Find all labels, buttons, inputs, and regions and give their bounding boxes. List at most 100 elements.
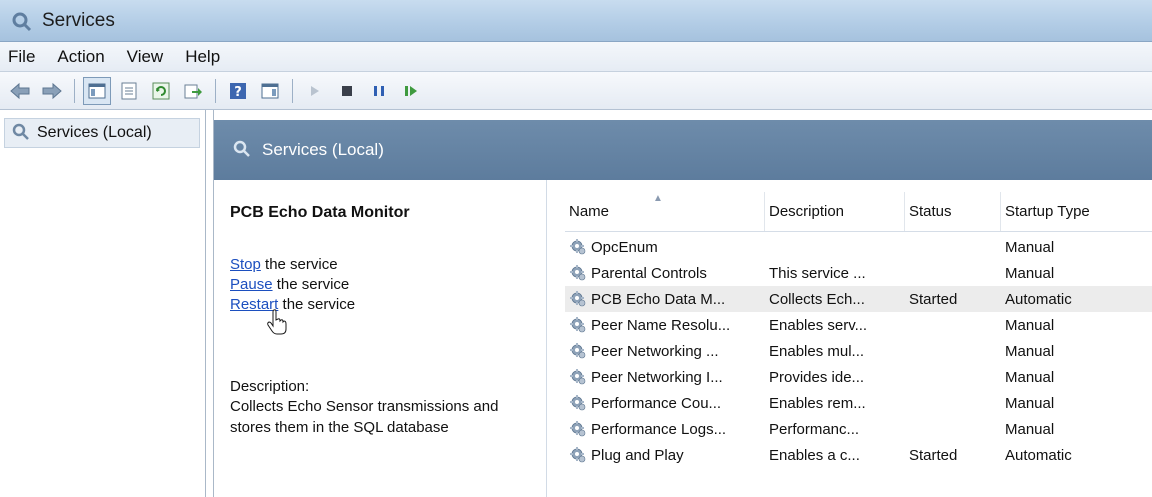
column-header-description[interactable]: Description [765, 192, 905, 231]
column-header-label: Name [569, 203, 610, 220]
name-cell: Peer Networking I... [565, 368, 765, 386]
status-cell: Started [909, 446, 958, 464]
console-tree: Services (Local) [0, 110, 206, 497]
menu-help[interactable]: Help [185, 47, 220, 67]
services-list: ▲ Name Description Status Startup Type O… [546, 180, 1152, 497]
startup-cell: Manual [1005, 420, 1055, 438]
service-gear-icon [569, 368, 587, 386]
stop-action-text: the service [260, 256, 338, 273]
name-cell: OpcEnum [565, 238, 765, 256]
pause-action-text: the service [272, 276, 350, 293]
refresh-icon[interactable] [147, 77, 175, 105]
description-cell: Collects Ech... [769, 290, 865, 308]
name-cell: Parental Controls [565, 264, 765, 282]
table-row[interactable]: Plug and Play Enables a c... Started Aut… [565, 442, 1152, 468]
table-row[interactable]: OpcEnum Manual [565, 234, 1152, 260]
description-cell: Enables serv... [769, 316, 868, 334]
table-row[interactable]: Parental Controls This service ... Manua… [565, 260, 1152, 286]
service-name: OpcEnum [591, 238, 658, 256]
sort-ascending-icon: ▲ [653, 193, 663, 204]
selected-service-name: PCB Echo Data Monitor [230, 204, 410, 221]
services-app-icon [10, 10, 32, 32]
restart-service-icon[interactable] [397, 77, 425, 105]
name-cell: PCB Echo Data M... [565, 290, 765, 308]
description-label: Description: [230, 378, 310, 395]
forward-arrow-icon[interactable] [38, 77, 66, 105]
services-gear-icon [11, 122, 29, 145]
tree-item-label: Services (Local) [37, 124, 152, 141]
name-cell: Performance Logs... [565, 420, 765, 438]
service-name: Peer Networking I... [591, 368, 723, 386]
menu-action[interactable]: Action [57, 47, 104, 67]
restart-action-text: the service [278, 296, 356, 313]
service-gear-icon [569, 446, 587, 464]
help-icon[interactable]: ? [224, 77, 252, 105]
service-name: Performance Logs... [591, 420, 727, 438]
table-row-selected[interactable]: PCB Echo Data M... Collects Ech... Start… [565, 286, 1152, 312]
menu-view[interactable]: View [127, 47, 164, 67]
startup-cell: Manual [1005, 238, 1055, 256]
service-gear-icon [569, 290, 587, 308]
column-header-label: Description [769, 203, 845, 220]
description-cell: Performanc... [769, 420, 860, 438]
back-arrow-icon[interactable] [6, 77, 34, 105]
pause-service-icon[interactable] [365, 77, 393, 105]
service-gear-icon [569, 238, 587, 256]
window-title: Services [42, 9, 115, 31]
list-rows: OpcEnum Manual Parental Controls This se… [565, 234, 1152, 468]
pane-header: Services (Local) [214, 120, 1152, 180]
startup-cell: Automatic [1005, 290, 1072, 308]
service-gear-icon [569, 342, 587, 360]
column-header-label: Startup Type [1005, 203, 1090, 220]
table-row[interactable]: Peer Name Resolu... Enables serv... Manu… [565, 312, 1152, 338]
start-service-icon[interactable] [301, 77, 329, 105]
properties-icon[interactable] [115, 77, 143, 105]
stop-link[interactable]: Stop [230, 256, 261, 273]
pause-link[interactable]: Pause [230, 276, 273, 293]
name-cell: Plug and Play [565, 446, 765, 464]
startup-cell: Automatic [1005, 446, 1072, 464]
service-gear-icon [569, 394, 587, 412]
startup-cell: Manual [1005, 394, 1055, 412]
service-details: PCB Echo Data Monitor Stop the service P… [214, 180, 544, 497]
column-header-label: Status [909, 203, 952, 220]
description-cell: This service ... [769, 264, 866, 282]
show-hide-console-tree-icon[interactable] [83, 76, 111, 105]
description-cell: Provides ide... [769, 368, 865, 386]
export-list-icon[interactable] [179, 77, 207, 105]
show-hide-action-pane-icon[interactable] [256, 77, 284, 105]
list-header: ▲ Name Description Status Startup Type [565, 192, 1152, 232]
service-name: Peer Name Resolu... [591, 316, 731, 334]
description-cell: Enables a c... [769, 446, 860, 464]
table-row[interactable]: Peer Networking I... Provides ide... Man… [565, 364, 1152, 390]
service-name: Plug and Play [591, 446, 684, 464]
svg-text:?: ? [234, 85, 242, 100]
table-row[interactable]: Performance Cou... Enables rem... Manual [565, 390, 1152, 416]
menu-bar: File Action View Help [0, 42, 1152, 72]
restart-action: Restart the service [230, 296, 355, 313]
table-row[interactable]: Performance Logs... Performanc... Manual [565, 416, 1152, 442]
title-bar: Services [0, 0, 1152, 42]
service-name: Peer Networking ... [591, 342, 719, 360]
name-cell: Peer Networking ... [565, 342, 765, 360]
service-name: PCB Echo Data M... [591, 290, 726, 308]
pane-header-title: Services (Local) [262, 140, 384, 159]
name-cell: Performance Cou... [565, 394, 765, 412]
startup-cell: Manual [1005, 342, 1055, 360]
column-header-status[interactable]: Status [905, 192, 1001, 231]
pause-action: Pause the service [230, 276, 349, 293]
status-cell: Started [909, 290, 958, 308]
menu-file[interactable]: File [8, 47, 35, 67]
column-header-startup-type[interactable]: Startup Type [1001, 192, 1152, 231]
toolbar-separator [74, 78, 75, 103]
column-header-name[interactable]: ▲ Name [565, 192, 765, 231]
stop-service-icon[interactable] [333, 77, 361, 105]
details-pane: Services (Local) PCB Echo Data Monitor S… [213, 110, 1152, 497]
toolbar-separator [292, 78, 293, 103]
hand-cursor-icon [266, 308, 288, 341]
tree-item-services-local[interactable]: Services (Local) [4, 118, 200, 148]
description-cell: Enables mul... [769, 342, 865, 360]
table-row[interactable]: Peer Networking ... Enables mul... Manua… [565, 338, 1152, 364]
startup-cell: Manual [1005, 316, 1055, 334]
toolbar-separator [215, 78, 216, 103]
